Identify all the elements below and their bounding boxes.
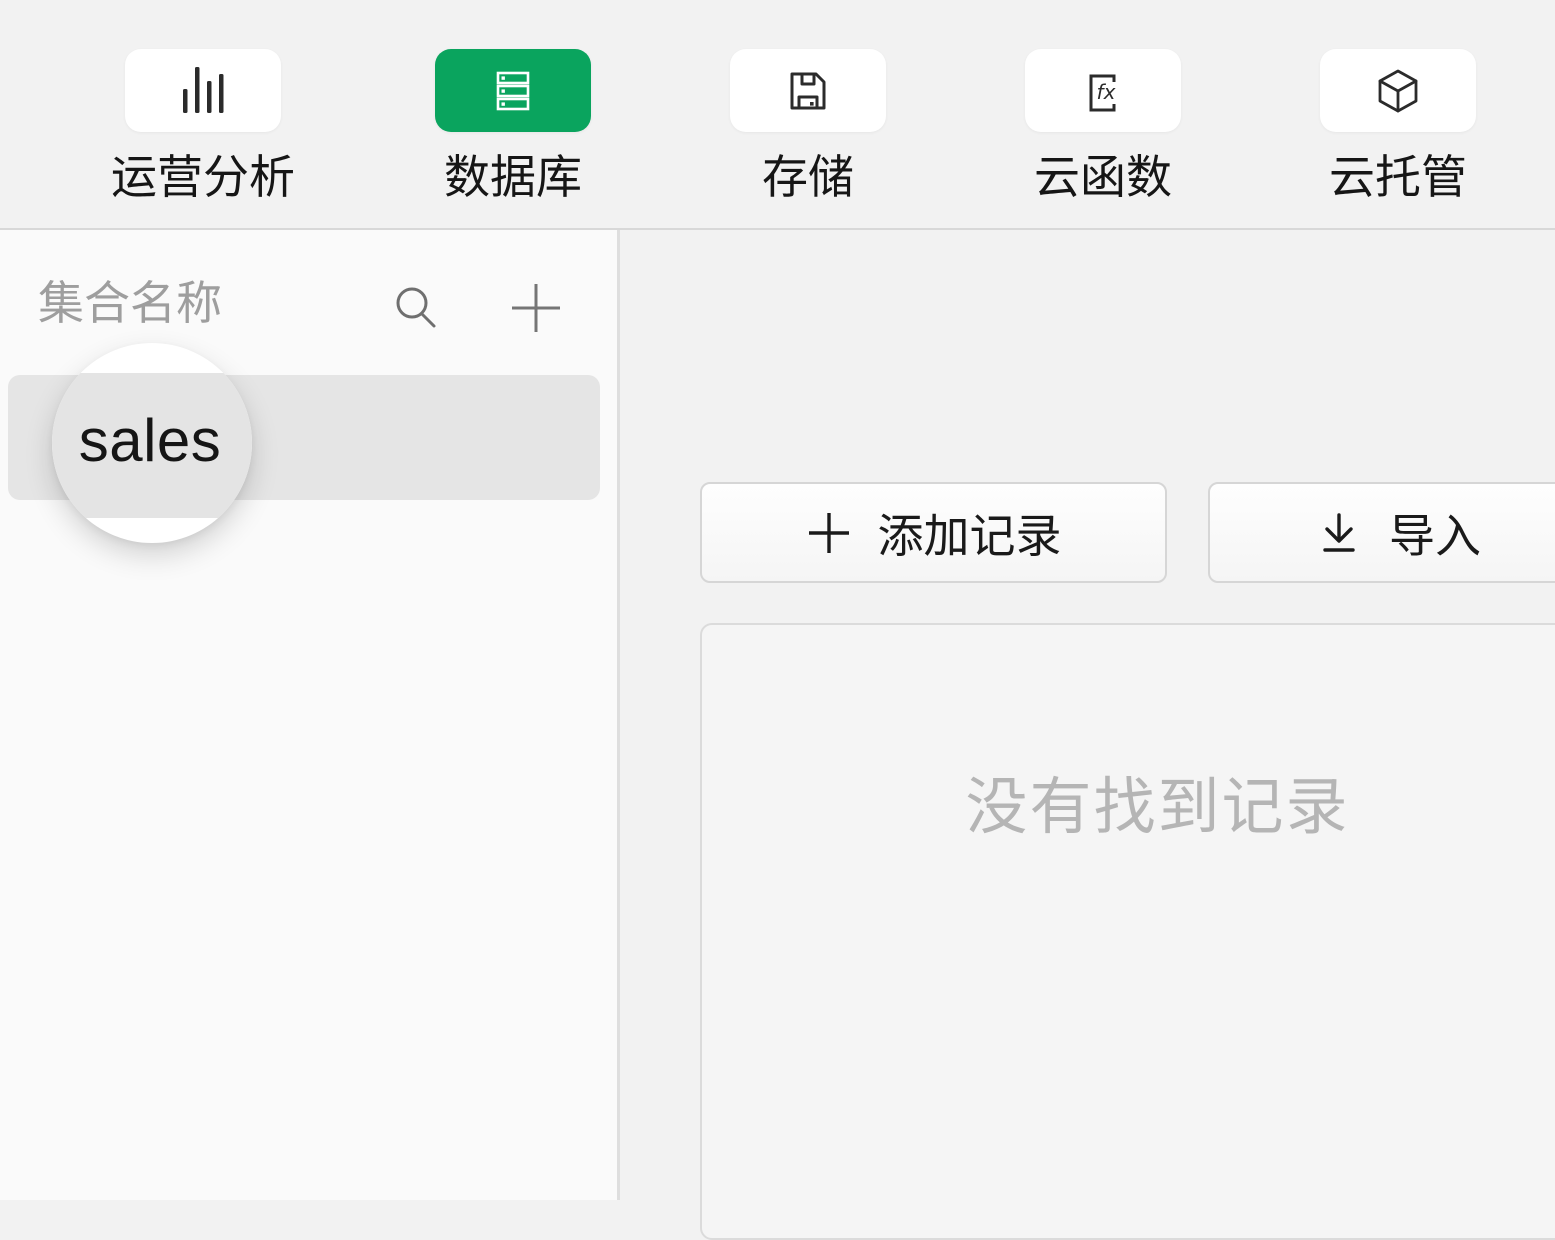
tab-database[interactable]: 数据库 xyxy=(435,49,591,202)
import-button[interactable]: 导入 xyxy=(1208,482,1555,583)
tab-cloud-hosting[interactable]: 云托管 xyxy=(1320,49,1476,202)
tab-storage[interactable]: 存储 xyxy=(730,49,886,202)
top-toolbar: 运营分析 数据库 xyxy=(0,0,1555,230)
save-icon xyxy=(730,49,886,132)
import-label: 导入 xyxy=(1389,500,1481,566)
collection-name-text: sales xyxy=(52,343,248,537)
add-collection-icon[interactable] xyxy=(510,282,562,334)
tab-label: 运营分析 xyxy=(111,152,295,202)
add-record-label: 添加记录 xyxy=(878,500,1062,566)
fx-icon: fx xyxy=(1025,49,1181,132)
tab-label: 云托管 xyxy=(1320,152,1476,202)
records-empty-panel: 没有找到记录 xyxy=(700,623,1555,1240)
magnifier-lens: sales xyxy=(52,343,252,543)
tab-cloud-functions[interactable]: fx 云函数 xyxy=(1025,49,1181,202)
collection-search-bar: 集合名称 xyxy=(0,230,617,340)
tab-label: 数据库 xyxy=(435,152,591,202)
tab-label: 云函数 xyxy=(1025,152,1181,202)
tab-label: 存储 xyxy=(730,152,886,202)
bar-chart-icon xyxy=(125,49,281,132)
search-icon[interactable] xyxy=(388,280,444,336)
database-records-panel: 添加记录 导入 没有找到记录 xyxy=(620,230,1555,1200)
collection-name-placeholder[interactable]: 集合名称 xyxy=(38,276,222,330)
tab-operations-analysis[interactable]: 运营分析 xyxy=(111,49,295,202)
add-record-button[interactable]: 添加记录 xyxy=(700,482,1167,583)
download-icon xyxy=(1315,509,1363,557)
plus-icon xyxy=(806,510,852,556)
cube-icon xyxy=(1320,49,1476,132)
database-icon xyxy=(435,49,591,132)
fx-glyph: fx xyxy=(1097,80,1116,104)
empty-state-text: 没有找到记录 xyxy=(702,756,1555,846)
